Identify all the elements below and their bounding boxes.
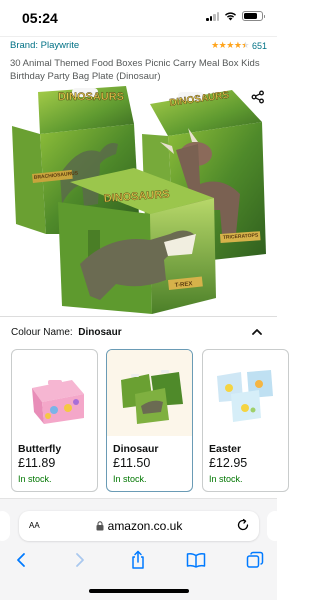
home-indicator [89,589,189,593]
browser-bottom-bar: AA amazon.co.uk [0,498,283,600]
swatch-name: Butterfly [18,443,62,455]
swatch-price: £11.89 [18,456,56,470]
swatch-name: Easter [209,443,242,455]
share-icon [251,90,264,104]
tabs-button[interactable] [245,549,265,571]
status-time: 05:24 [22,10,58,26]
swatch-stock: In stock. [18,474,52,484]
share-icon [132,550,144,569]
chevron-up-icon[interactable] [250,325,264,339]
share-button[interactable] [247,86,269,108]
swatch-image-butterfly [12,350,97,436]
box-label-left: DINOSAURS [58,91,124,103]
book-icon [186,552,206,568]
bookmarks-button[interactable] [186,549,206,571]
swatch-price: £11.50 [113,456,151,470]
swatch-name: Dinosaur [113,443,159,455]
swatch-stock: In stock. [209,474,243,484]
forward-button[interactable] [70,549,90,571]
swatch-butterfly[interactable]: Butterfly £11.89 In stock. [11,349,98,492]
swatch-price: £12.95 [209,456,248,470]
battery-icon [242,11,265,21]
reload-icon[interactable] [236,518,250,532]
rating[interactable]: ★★★★★★ 651 [211,40,267,51]
product-image[interactable]: DINOSAURS DINOSAURS DINOSAURS BRACHIOSAU… [0,84,277,314]
swatch-dinosaur[interactable]: Dinosaur £11.50 In stock. [106,349,193,492]
product-title: 30 Animal Themed Food Boxes Picnic Carry… [10,58,260,82]
next-tab-peek[interactable] [267,511,283,541]
status-icons [206,11,265,21]
colour-label-text: Colour Name: [11,327,73,338]
url-text: amazon.co.uk [107,519,183,533]
swatch-image-dinosaur [107,350,192,436]
address-bar[interactable]: AA amazon.co.uk [19,511,259,541]
colour-selected-value: Dinosaur [78,327,122,338]
tabs-icon [246,551,264,568]
previous-tab-peek[interactable] [0,511,10,541]
back-button[interactable] [11,549,31,571]
lock-icon [96,521,104,531]
status-bar: 05:24 [0,0,277,36]
browser-toolbar [0,549,277,573]
colour-label: Colour Name: Dinosaur [11,327,122,338]
brand-link[interactable]: Brand: Playwrite [10,40,79,51]
colour-swatch-list: Butterfly £11.89 In stock. Dinosaur £11.… [0,349,289,493]
wifi-icon [225,12,236,21]
cellular-signal-icon [206,11,219,21]
url-display[interactable]: amazon.co.uk [19,519,259,533]
swatch-easter[interactable]: Easter £12.95 In stock. [202,349,289,492]
colour-selector-header[interactable]: Colour Name: Dinosaur [0,316,277,346]
swatch-image-easter [203,350,288,436]
rating-stars-icon: ★★★★★★ [211,40,249,50]
brand-row: Brand: Playwrite ★★★★★★ 651 [0,36,277,54]
share-toolbar-button[interactable] [128,549,148,571]
forward-arrow-icon [76,553,84,567]
back-arrow-icon [17,553,25,567]
swatch-stock: In stock. [113,474,147,484]
rating-count: 651 [251,40,267,51]
